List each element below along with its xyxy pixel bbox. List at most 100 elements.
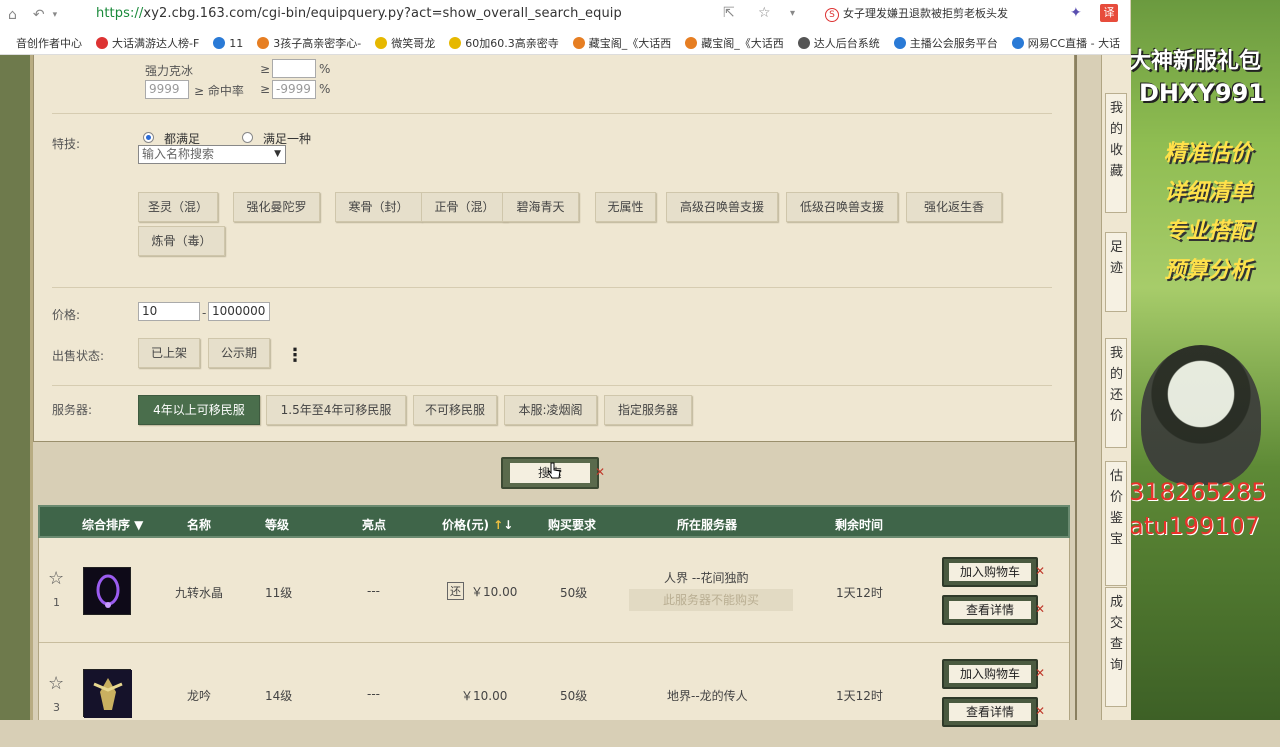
skill-tag[interactable]: 低级召唤兽支援 — [786, 192, 898, 222]
server-tag[interactable]: 本服:凌烟阁 — [504, 395, 597, 425]
bookmark-label: 达人后台系统 — [813, 37, 880, 50]
arrow-up-icon: ↑ — [493, 518, 504, 532]
hand-cursor-icon — [547, 462, 561, 479]
bookmark-item[interactable]: 藏宝阁_《大话西 — [572, 35, 672, 51]
bookmark-icon — [685, 37, 698, 49]
divider — [52, 113, 1052, 114]
skill-tag[interactable]: 炼骨（毒） — [138, 226, 225, 256]
skill-tag[interactable]: 圣灵（混） — [138, 192, 218, 222]
bookmark-item[interactable]: 达人后台系统 — [797, 35, 880, 51]
stat-input-2b[interactable]: -9999 — [272, 80, 316, 99]
url-text[interactable]: https://xy2.cbg.163.com/cgi-bin/equipque… — [96, 6, 622, 21]
item-name[interactable]: 龙吟 — [187, 687, 211, 704]
ad-line: 精准估价 — [1164, 141, 1253, 166]
col-server: 所在服务器 — [677, 518, 738, 532]
bookmark-label: 60加60.3高亲密寺 — [465, 37, 559, 50]
news-search-box[interactable]: S 女子理发嫌丑退款被拒剪老板头发 — [825, 5, 1055, 22]
add-cart-button[interactable]: 加入购物车 ✕ — [942, 659, 1045, 689]
ad-number: 318265285 — [1131, 478, 1267, 506]
dropdown-icon[interactable]: ▾ — [790, 8, 795, 19]
price-max-input[interactable]: 1000000 — [208, 302, 270, 321]
status-tag[interactable]: 公示期 — [208, 338, 270, 368]
bookmark-icon — [257, 37, 270, 49]
skill-tag[interactable]: 高级召唤兽支援 — [666, 192, 778, 222]
server-tag[interactable]: 4年以上可移民服 — [138, 395, 260, 425]
star-icon[interactable]: ☆ — [48, 673, 64, 694]
star-icon[interactable]: ☆ — [758, 5, 771, 21]
sogou-icon: S — [825, 8, 839, 22]
item-name[interactable]: 九转水晶 — [175, 584, 223, 601]
side-tab[interactable]: 我的还价 — [1105, 338, 1127, 448]
bookmark-item[interactable]: 网易CC直播 - 大话 — [1011, 35, 1120, 51]
bookmark-item[interactable]: 大话满游达人榜-F — [96, 35, 199, 51]
item-thumbnail[interactable] — [83, 567, 131, 615]
bookmark-icon — [96, 37, 108, 49]
price-label: 价格: — [52, 308, 81, 322]
radio-all[interactable] — [143, 132, 154, 143]
bookmark-icon — [572, 37, 585, 49]
server-tag[interactable]: 指定服务器 — [604, 395, 692, 425]
ad-line: 详细清单 — [1164, 180, 1253, 205]
divider — [52, 287, 1052, 288]
skill-tag[interactable]: 无属性 — [595, 192, 656, 222]
bookmark-label: 藏宝阁_《大话西 — [588, 37, 672, 50]
bookmark-item[interactable]: 11 — [213, 37, 243, 50]
skill-tag[interactable]: 寒骨（封） — [335, 192, 422, 222]
star-icon[interactable]: ☆ — [48, 568, 64, 589]
more-icon[interactable]: ⋮ — [286, 345, 304, 366]
server-tag[interactable]: 不可移民服 — [413, 395, 497, 425]
skill-tag[interactable]: 强化曼陀罗 — [233, 192, 320, 222]
browser-chrome: ⌂ ↶ ▾ https://xy2.cbg.163.com/cgi-bin/eq… — [0, 0, 1130, 55]
col-price[interactable]: 价格(元) ↑↓ — [442, 516, 513, 533]
details-button[interactable]: 查看详情 ✕ — [942, 697, 1045, 727]
stat-input-2a[interactable]: 9999 — [145, 80, 189, 99]
price-min-input[interactable]: 10 — [138, 302, 200, 321]
col-buy-req: 购买要求 — [548, 518, 597, 532]
side-tab[interactable]: 我的收藏 — [1105, 93, 1127, 213]
bookmark-item[interactable]: 音创作者中心 — [0, 35, 82, 51]
chevron-down-icon: ▼ — [274, 149, 281, 159]
home-icon[interactable]: ⌂ — [8, 7, 17, 23]
skill-tag[interactable]: 强化返生香 — [906, 192, 1002, 222]
radio-any[interactable] — [242, 132, 253, 143]
result-table: ☆ 1 九转水晶 11级 --- 还 ￥10.00 50级 人界 --花间独酌 … — [38, 538, 1070, 727]
side-tab[interactable]: 成交查询 — [1105, 587, 1127, 707]
side-tab[interactable]: 足迹 — [1105, 232, 1127, 312]
details-button[interactable]: 查看详情 ✕ — [942, 595, 1045, 625]
server-tag[interactable]: 1.5年至4年可移民服 — [266, 395, 406, 425]
ad-line: 专业搭配 — [1164, 219, 1253, 244]
stat-input-1[interactable] — [272, 59, 316, 78]
bookmark-label: 藏宝阁_《大话西 — [701, 37, 784, 50]
bookmark-item[interactable]: 3孩子高亲密李心- — [257, 35, 361, 51]
item-thumbnail[interactable] — [83, 669, 132, 718]
skill-tag[interactable]: 碧海青天 — [502, 192, 579, 222]
ad-id: atu199107 — [1131, 512, 1260, 540]
details-label: 查看详情 — [949, 703, 1031, 721]
arrow-down-icon: ↓ — [503, 518, 514, 532]
undo-icon[interactable]: ↶ — [33, 7, 45, 23]
bookmark-icon — [893, 37, 906, 49]
item-highlight: --- — [367, 584, 380, 598]
add-cart-button[interactable]: 加入购物车 ✕ — [942, 557, 1045, 587]
close-icon: ✕ — [1034, 704, 1045, 718]
share-icon[interactable]: ⇱ — [723, 5, 735, 21]
stat-label-2: ≥ 命中率 — [194, 84, 244, 98]
bookmark-item[interactable]: 藏宝阁_《大话西 — [685, 35, 784, 51]
side-tab[interactable]: 估价鉴宝 — [1105, 461, 1127, 586]
status-tag[interactable]: 已上架 — [138, 338, 200, 368]
col-sort[interactable]: 综合排序 ▼ — [82, 516, 143, 533]
skill-tag[interactable]: 正骨（混） — [421, 192, 508, 222]
item-server: 地界--龙的传人 — [667, 689, 748, 703]
bookmark-label: 主播公会服务平台 — [909, 37, 998, 50]
server-label: 服务器: — [52, 403, 93, 417]
table-header: 综合排序 ▼ 名称 等级 亮点 价格(元) ↑↓ 购买要求 所在服务器 剩余时间 — [38, 505, 1070, 538]
translate-icon[interactable]: 译 — [1100, 4, 1118, 22]
bookmark-item[interactable]: 60加60.3高亲密寺 — [449, 35, 559, 51]
add-cart-label: 加入购物车 — [949, 665, 1031, 683]
chevron-down-icon[interactable]: ▾ — [53, 10, 58, 20]
bookmark-item[interactable]: 主播公会服务平台 — [893, 35, 998, 51]
table-row: ☆ 3 龙吟 14级 --- ￥10.00 50级 地界--龙的传人 1天12时… — [39, 643, 1069, 747]
skill-search-select[interactable]: 输入名称搜索 ▼ — [138, 145, 286, 164]
extension-icon[interactable]: ✦ — [1070, 5, 1082, 21]
bookmark-item[interactable]: 微笑哥龙 — [375, 35, 435, 51]
